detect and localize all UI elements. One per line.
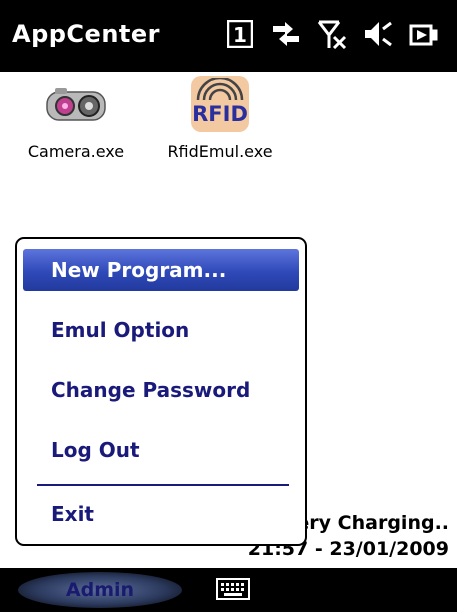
softkey-bar: Admin xyxy=(0,568,457,612)
rfid-icon: RFID xyxy=(150,72,290,136)
rfid-icon-text: RFID xyxy=(192,102,248,126)
menu-item-exit[interactable]: Exit xyxy=(23,493,299,535)
shortcut-label: RfidEmul.exe xyxy=(167,142,273,161)
menu-item-change-password[interactable]: Change Password xyxy=(23,369,299,411)
menu-item-emul-option[interactable]: Emul Option xyxy=(23,309,299,351)
battery-charging-icon[interactable] xyxy=(408,16,440,52)
camera-exe-shortcut[interactable]: Camera.exe xyxy=(18,72,134,161)
shortcut-label: Camera.exe xyxy=(27,142,125,161)
left-softkey[interactable]: Admin xyxy=(18,572,182,608)
rfidemul-exe-shortcut[interactable]: RFID RfidEmul.exe xyxy=(150,72,290,161)
no-signal-icon[interactable] xyxy=(316,16,348,52)
popup-menu: New Program... Emul Option Change Passwo… xyxy=(15,237,307,546)
keyboard-icon[interactable] xyxy=(216,578,250,604)
status-icons: 1 xyxy=(224,14,440,54)
connectivity-icon[interactable]: 1 xyxy=(224,16,256,52)
camera-icon xyxy=(18,72,134,136)
menu-item-new-program[interactable]: New Program... xyxy=(23,249,299,291)
menu-item-log-out[interactable]: Log Out xyxy=(23,429,299,471)
battery-status-text: ery Charging.. xyxy=(296,512,449,534)
title-bar: AppCenter 1 xyxy=(0,0,457,72)
menu-separator xyxy=(37,484,289,486)
connectivity-number: 1 xyxy=(233,23,247,47)
volume-muted-icon[interactable] xyxy=(362,16,394,52)
data-sync-icon[interactable] xyxy=(270,16,302,52)
app-title[interactable]: AppCenter xyxy=(12,20,160,48)
